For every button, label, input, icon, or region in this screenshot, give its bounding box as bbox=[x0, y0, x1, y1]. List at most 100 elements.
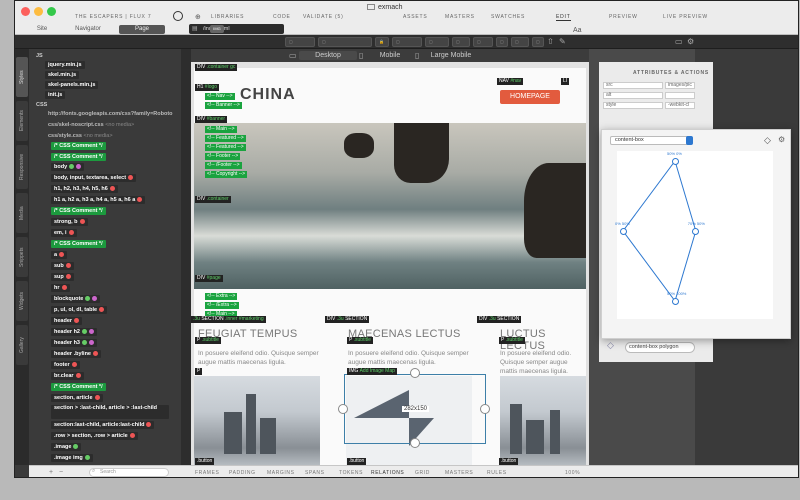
css-rule[interactable]: header h3 bbox=[51, 339, 97, 347]
css-rule[interactable]: section, article bbox=[51, 394, 103, 402]
export-icon[interactable]: ⇧ bbox=[547, 37, 554, 46]
polygon-point-handle[interactable] bbox=[692, 227, 700, 235]
resize-handle[interactable] bbox=[480, 404, 490, 414]
resize-handle[interactable] bbox=[338, 404, 348, 414]
tab-margins[interactable]: MARGINS bbox=[267, 470, 295, 476]
tab-spans[interactable]: SPANS bbox=[305, 470, 325, 476]
css-comment[interactable]: /* CSS Comment */ bbox=[51, 142, 106, 150]
attr-name-field[interactable]: alt bbox=[603, 92, 663, 99]
css-rule[interactable]: .image img bbox=[51, 454, 93, 462]
nav-swatches[interactable]: SWATCHES bbox=[491, 14, 525, 20]
tab-relations[interactable]: RELATIONS bbox=[371, 470, 404, 476]
tool-lock[interactable]: 🔒 bbox=[375, 37, 389, 47]
js-file[interactable]: init.js bbox=[45, 91, 66, 99]
element-label[interactable]: P .subtitle bbox=[195, 337, 221, 344]
view-large-mobile[interactable]: Large Mobile bbox=[423, 51, 479, 60]
site-logo[interactable]: CHINA bbox=[240, 86, 296, 104]
zoom-level[interactable]: 100% bbox=[565, 470, 580, 476]
tool-grid[interactable]: ▢ bbox=[496, 37, 508, 47]
side-tab-styles[interactable]: Styles bbox=[16, 57, 28, 97]
element-label[interactable]: P bbox=[195, 368, 203, 375]
css-rule[interactable]: sub bbox=[51, 262, 74, 270]
nav-libraries[interactable]: LIBRARIES bbox=[211, 14, 244, 20]
clip-path-field[interactable]: content-box polygon bbox=[625, 342, 695, 353]
comment-label[interactable]: <!-- Copyright --> bbox=[205, 171, 248, 178]
css-comment[interactable]: /* CSS Comment */ bbox=[51, 153, 106, 161]
css-rule[interactable]: blockquote bbox=[51, 295, 101, 303]
polygon-point-handle[interactable] bbox=[619, 227, 627, 235]
remove-icon[interactable]: − bbox=[59, 469, 63, 476]
attr-value-field[interactable] bbox=[665, 92, 695, 99]
attr-name-field[interactable]: style bbox=[603, 102, 663, 109]
css-rule[interactable]: .row > section, .row > article bbox=[51, 432, 138, 440]
element-label[interactable]: DIV .3u SECTION bbox=[325, 316, 370, 323]
css-comment[interactable]: /* CSS Comment */ bbox=[51, 383, 106, 391]
zoom-window-icon[interactable] bbox=[47, 7, 56, 16]
css-file[interactable]: http://fonts.googleapis.com/css?family=R… bbox=[45, 110, 176, 118]
nav-validate[interactable]: VALIDATE (5) bbox=[303, 14, 344, 20]
polygon-shape-icon[interactable]: ◇ bbox=[764, 135, 771, 146]
comment-label[interactable]: <!-- Extra --> bbox=[205, 293, 238, 300]
comment-label[interactable]: <!-- /Extra --> bbox=[205, 302, 239, 309]
side-tab-gallery[interactable]: Gallery bbox=[16, 325, 28, 365]
element-label[interactable]: DIV .container gc bbox=[195, 64, 238, 71]
css-rule[interactable]: h1 a, h2 a, h3 a, h4 a, h5 a, h6 a bbox=[51, 196, 146, 204]
settings-gear-icon[interactable]: ⚙ bbox=[687, 37, 694, 46]
css-rule[interactable]: section > :last-child, article > :last-c… bbox=[51, 405, 169, 419]
element-label[interactable]: .button bbox=[499, 458, 519, 465]
globe-icon[interactable]: ⊕ bbox=[195, 13, 201, 21]
side-tab-snippets[interactable]: Snippets bbox=[16, 237, 28, 277]
element-label[interactable]: .3u SECTION .inner #marketing bbox=[191, 316, 266, 323]
nav-live-preview[interactable]: LIVE PREVIEW bbox=[663, 14, 708, 20]
element-label[interactable]: NAV #nav bbox=[497, 78, 524, 85]
attr-value-field[interactable]: -webkit-cl bbox=[665, 102, 695, 109]
css-comment[interactable]: /* CSS Comment */ bbox=[51, 207, 106, 215]
minimize-window-icon[interactable] bbox=[34, 7, 43, 16]
box-mode-select[interactable]: content-box bbox=[610, 136, 692, 145]
element-label[interactable]: IMG Add Image Map bbox=[347, 368, 397, 375]
css-rule[interactable]: h1, h2, h3, h4, h5, h6 bbox=[51, 185, 118, 193]
css-file[interactable]: css/skel-noscript.css <no media> bbox=[45, 121, 137, 129]
css-rule[interactable]: header bbox=[51, 317, 83, 325]
css-rule[interactable]: header h2 bbox=[51, 328, 97, 336]
panel-splitter[interactable] bbox=[181, 49, 191, 465]
resize-handle[interactable] bbox=[410, 368, 420, 378]
comment-label[interactable]: <!-- Nav --> bbox=[205, 93, 235, 100]
comment-label[interactable]: <!-- Featured --> bbox=[205, 135, 246, 142]
resize-handle[interactable] bbox=[410, 438, 420, 448]
css-rule[interactable]: p, ul, ol, dl, table bbox=[51, 306, 108, 314]
tool-layout[interactable]: ▢ bbox=[425, 37, 449, 47]
comment-label[interactable]: <!-- Featured --> bbox=[205, 144, 246, 151]
image-map-label[interactable]: Add Image Map bbox=[360, 368, 395, 374]
comment-label[interactable]: <!-- Banner --> bbox=[205, 102, 242, 109]
window-mode-icon[interactable]: ▭ bbox=[675, 37, 683, 46]
tab-grid[interactable]: GRID bbox=[415, 470, 430, 476]
js-file[interactable]: skel-panels.min.js bbox=[45, 81, 99, 89]
polygon-editor-canvas[interactable]: 50% 0% 0% 50% 70% 50% 50% 100% bbox=[615, 151, 773, 319]
element-label[interactable]: P .subtitle bbox=[347, 337, 373, 344]
css-rule[interactable]: hr bbox=[51, 284, 70, 292]
nav-preview[interactable]: PREVIEW bbox=[609, 14, 638, 20]
comment-label[interactable]: <!-- Footer --> bbox=[205, 153, 241, 160]
attr-value-field[interactable]: images/pic bbox=[665, 82, 695, 89]
element-label[interactable]: DIV #banner bbox=[195, 116, 228, 123]
tab-page[interactable]: Page bbox=[119, 25, 165, 34]
comment-label[interactable]: <!-- Main --> bbox=[205, 126, 237, 133]
tool-background[interactable]: ▢ bbox=[318, 37, 372, 47]
tool-transform[interactable]: ▢ bbox=[473, 37, 493, 47]
css-rule[interactable]: br.clear bbox=[51, 372, 84, 380]
css-rule[interactable]: header .byline bbox=[51, 350, 101, 358]
nav-edit[interactable]: EDIT bbox=[556, 14, 571, 21]
polygon-point-handle[interactable] bbox=[671, 157, 679, 165]
add-icon[interactable]: + bbox=[49, 469, 53, 476]
side-tab-widgets[interactable]: Widgets bbox=[16, 281, 28, 321]
edit-icon[interactable]: ✎ bbox=[559, 37, 566, 46]
css-comment[interactable]: /* CSS Comment */ bbox=[51, 240, 106, 248]
js-file[interactable]: skel.min.js bbox=[45, 71, 80, 79]
tab-navigator[interactable]: Navigator bbox=[73, 25, 103, 34]
css-file[interactable]: css/style.css <no media> bbox=[45, 132, 116, 140]
attr-name-field[interactable]: src bbox=[603, 82, 663, 89]
hero-image[interactable] bbox=[194, 123, 586, 289]
css-rule[interactable]: footer bbox=[51, 361, 80, 369]
tab-masters[interactable]: MASTERS bbox=[445, 470, 473, 476]
